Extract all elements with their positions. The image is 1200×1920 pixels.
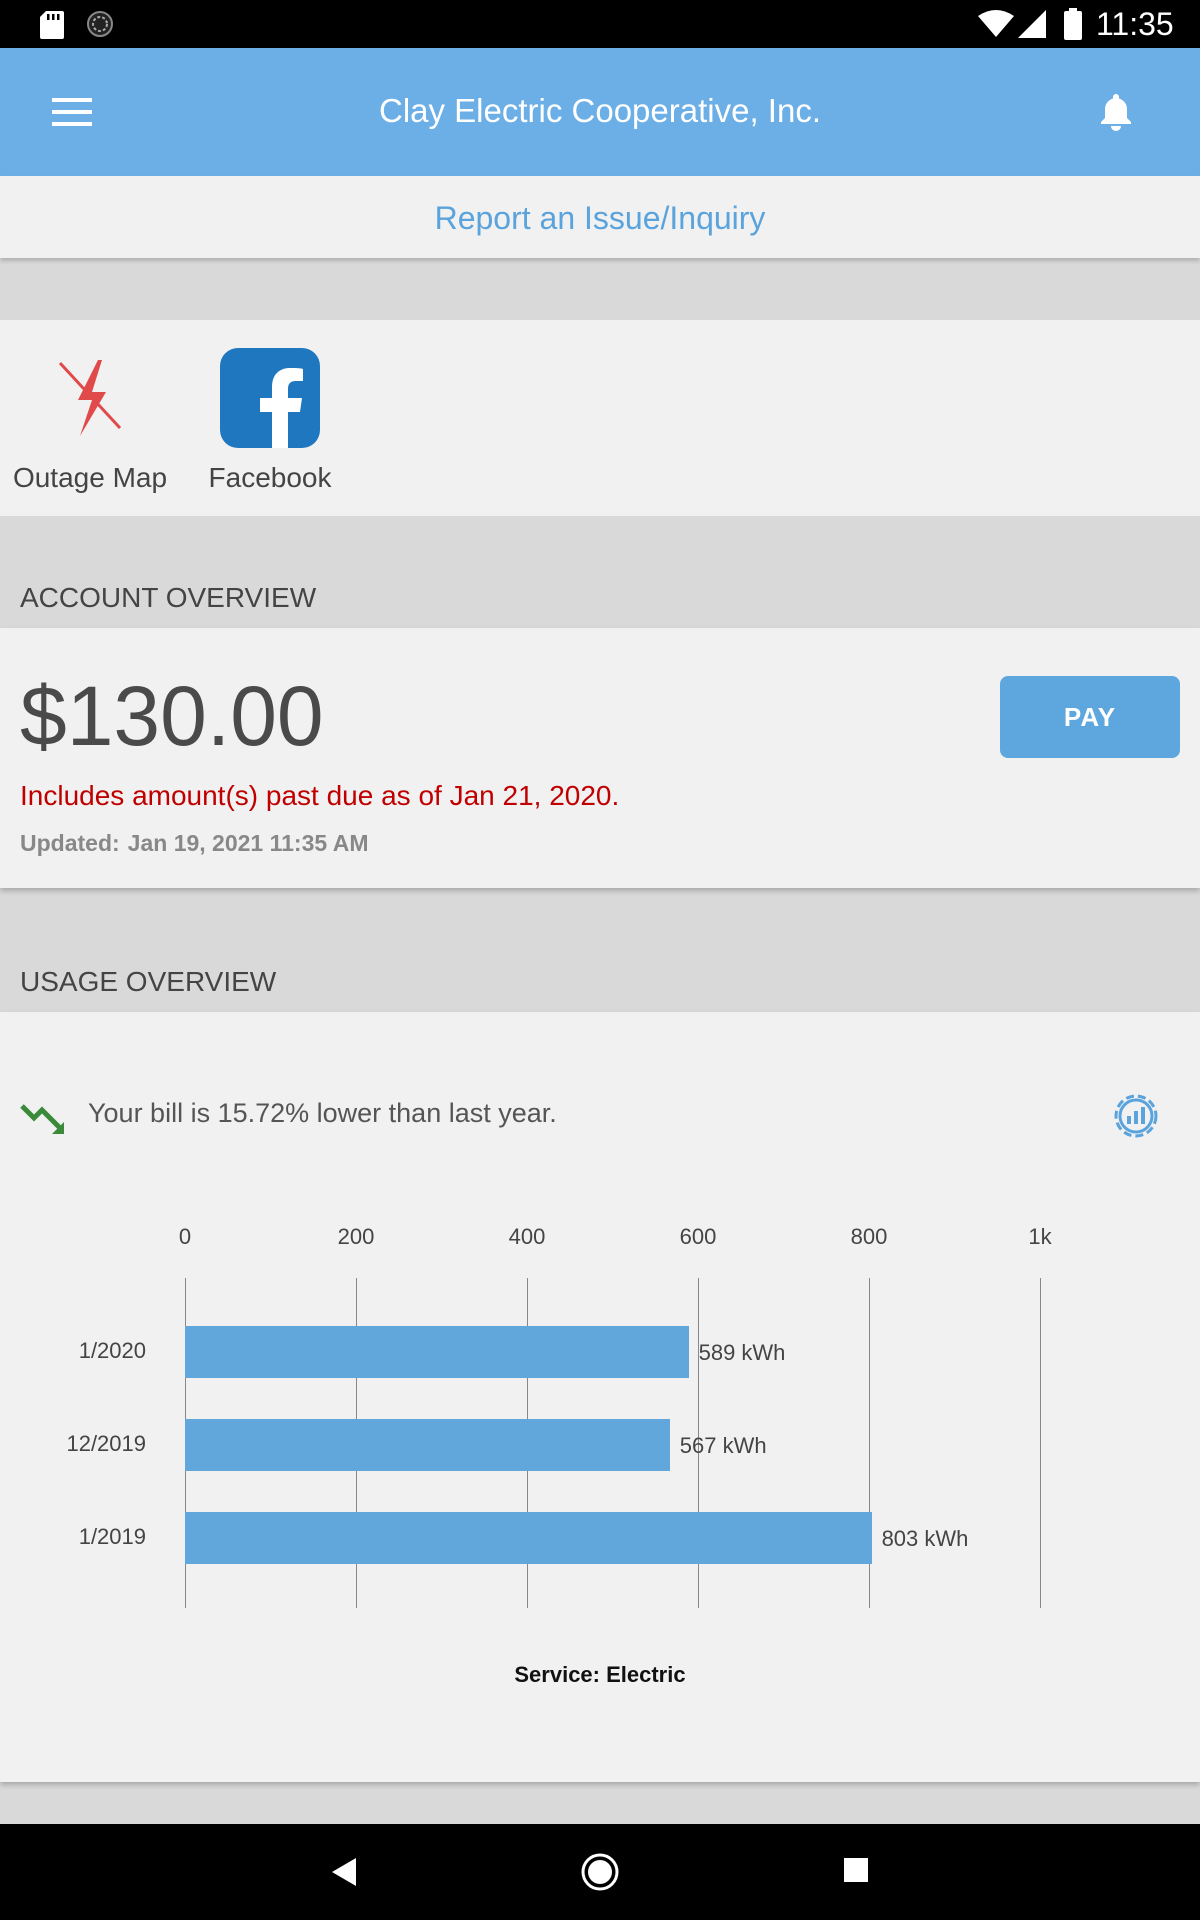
sd-card-icon — [40, 11, 64, 39]
x-tick-label: 400 — [508, 1224, 546, 1249]
usage-chart: 0 200 400 600 800 1k 1/2020 589 kWh 12/2019 567 k… — [0, 1192, 1200, 1632]
usage-bar[interactable] — [185, 1326, 689, 1378]
usage-overview-heading: USAGE OVERVIEW — [20, 966, 277, 997]
gridline — [1040, 1278, 1041, 1608]
outage-map-icon — [58, 360, 122, 436]
usage-card: Your bill is 15.72% lower than last year… — [0, 1012, 1200, 1782]
bell-icon[interactable] — [1098, 92, 1134, 132]
updated-value: Jan 19, 2021 11:35 AM — [127, 830, 369, 856]
service-label: Service: Electric — [514, 1662, 686, 1687]
quick-links: Outage Map Facebook — [0, 320, 1200, 516]
home-icon[interactable] — [580, 1852, 620, 1892]
status-bar: 11:35 — [0, 0, 1200, 48]
x-tick-label: 200 — [337, 1224, 375, 1249]
facebook-label: Facebook — [208, 462, 332, 493]
app-bar: Clay Electric Cooperative, Inc. — [0, 48, 1200, 176]
category-label: 1/2020 — [78, 1338, 146, 1363]
trend-down-icon — [20, 1104, 64, 1134]
status-time: 11:35 — [1096, 6, 1174, 42]
past-due-notice: Includes amount(s) past due as of Jan 21… — [20, 780, 620, 811]
bill-comparison-text: Your bill is 15.72% lower than last year… — [88, 1098, 557, 1128]
pay-button[interactable]: PAY — [1000, 676, 1180, 758]
battery-icon — [1064, 8, 1082, 40]
balance-amount: $130.00 — [20, 669, 324, 763]
nav-bar — [0, 1824, 1200, 1920]
facebook-link[interactable]: Facebook — [185, 348, 355, 494]
usage-bar[interactable] — [185, 1512, 872, 1564]
outage-map-label: Outage Map — [12, 462, 168, 493]
recents-icon[interactable] — [842, 1856, 870, 1884]
bar-value-label: 803 kWh — [881, 1526, 969, 1551]
account-card: $130.00 PAY Includes amount(s) past due … — [0, 628, 1200, 888]
bar-value-label: 589 kWh — [698, 1340, 786, 1365]
usage-bar[interactable] — [185, 1419, 670, 1471]
wifi-icon — [978, 10, 1014, 37]
usage-settings-icon[interactable] — [1108, 1088, 1164, 1144]
report-issue-label: Report an Issue/Inquiry — [434, 200, 766, 236]
x-tick-label: 0 — [178, 1224, 192, 1249]
updated-timestamp: Updated: Jan 19, 2021 11:35 AM — [20, 830, 376, 857]
x-tick-label: 800 — [850, 1224, 888, 1249]
back-icon[interactable] — [326, 1854, 362, 1890]
account-overview-heading: ACCOUNT OVERVIEW — [20, 582, 317, 613]
outage-map-link[interactable]: Outage Map — [5, 348, 175, 494]
facebook-icon — [220, 348, 320, 448]
updated-label: Updated: — [20, 830, 120, 856]
category-label: 12/2019 — [66, 1431, 146, 1456]
app-title: Clay Electric Cooperative, Inc. — [378, 92, 821, 129]
bar-value-label: 567 kWh — [679, 1433, 767, 1458]
x-tick-label: 1k — [1028, 1224, 1052, 1249]
report-issue-link[interactable]: Report an Issue/Inquiry — [0, 176, 1200, 258]
category-label: 1/2019 — [78, 1524, 146, 1549]
signal-icon — [1018, 10, 1046, 38]
x-tick-label: 600 — [679, 1224, 717, 1249]
sync-icon — [87, 11, 113, 37]
